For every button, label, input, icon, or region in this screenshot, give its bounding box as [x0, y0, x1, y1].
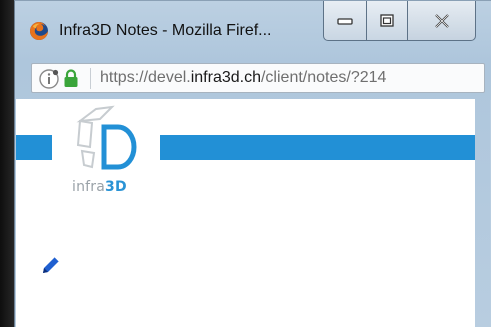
- lock-icon[interactable]: [63, 69, 79, 88]
- logo-text-main: infra: [72, 179, 106, 195]
- url-suffix: /client/notes/?214: [260, 69, 387, 86]
- url-divider: [90, 68, 91, 89]
- info-icon[interactable]: [38, 68, 60, 90]
- url-domain: infra3d.ch: [190, 69, 261, 86]
- minimize-button[interactable]: [323, 1, 367, 41]
- screen: Infra3D Notes - Mozilla Firef... https:/…: [0, 0, 491, 327]
- close-button[interactable]: [408, 1, 476, 41]
- header-bar-left: [16, 135, 52, 160]
- address-bar[interactable]: https://devel.infra3d.ch/client/notes/?2…: [31, 63, 485, 93]
- url-text[interactable]: https://devel.infra3d.ch/client/notes/?2…: [100, 69, 386, 87]
- close-icon: [434, 13, 449, 28]
- minimize-icon: [337, 17, 353, 25]
- maximize-icon: [380, 14, 394, 27]
- firefox-icon: [30, 22, 48, 40]
- logo-text: infra3D: [72, 179, 127, 195]
- window-controls: [323, 1, 476, 44]
- logo-text-accent: 3D: [105, 179, 127, 195]
- header-bar-right: [160, 135, 475, 160]
- page-content: infra3D: [16, 99, 475, 327]
- infra3d-logo-icon: [76, 105, 137, 170]
- maximize-button[interactable]: [367, 1, 408, 41]
- pencil-icon[interactable]: [40, 254, 62, 276]
- title-bar[interactable]: Infra3D Notes - Mozilla Firef...: [15, 1, 491, 59]
- url-prefix: https://devel.: [100, 69, 191, 86]
- window-title: Infra3D Notes - Mozilla Firef...: [59, 22, 272, 39]
